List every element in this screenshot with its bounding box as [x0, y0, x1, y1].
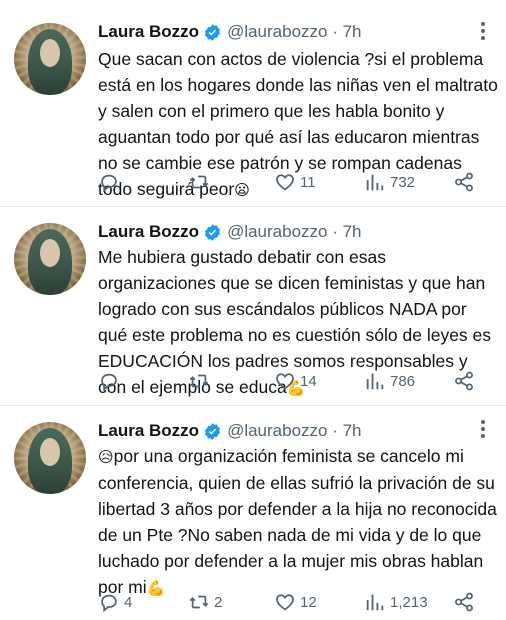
like-count: 12: [300, 593, 317, 611]
tweet-header: Laura Bozzo @laurabozzo · 7h: [98, 220, 362, 244]
avatar-face: [40, 39, 60, 67]
reply-button[interactable]: [98, 367, 124, 395]
tweet[interactable]: Laura Bozzo @laurabozzo · 7h Que sacan c…: [0, 0, 506, 207]
reply-icon: [101, 594, 117, 613]
author-name[interactable]: Laura Bozzo: [98, 421, 199, 441]
views-icon: [366, 373, 384, 390]
author-handle[interactable]: @laurabozzo · 7h: [227, 421, 361, 441]
retweet-button[interactable]: [188, 168, 214, 196]
avatar-face: [40, 239, 60, 267]
share-icon: [455, 592, 473, 612]
retweet-icon: [189, 175, 209, 189]
avatar[interactable]: [14, 23, 86, 95]
heart-icon: [276, 594, 294, 611]
reply-icon: [101, 373, 117, 392]
reply-button[interactable]: 4: [98, 588, 132, 616]
tweet[interactable]: Laura Bozzo @laurabozzo · 7h Me hubiera …: [0, 207, 506, 406]
tweet-text: 😥por una organización feminista se cance…: [98, 443, 498, 601]
more-icon[interactable]: [480, 420, 486, 438]
share-button[interactable]: [453, 367, 475, 395]
views-button[interactable]: 732: [364, 168, 415, 196]
avatar[interactable]: [14, 422, 86, 494]
retweet-button[interactable]: 2: [188, 588, 222, 616]
author-handle[interactable]: @laurabozzo · 7h: [227, 222, 361, 242]
tweet-lead-emoji: 😥: [98, 448, 114, 466]
tweet-actions: 4 2 12 1,213: [98, 588, 486, 616]
tweet-actions: 14 786: [98, 367, 486, 395]
heart-icon: [276, 174, 294, 191]
retweet-button[interactable]: [188, 367, 214, 395]
reply-count: 4: [124, 593, 133, 611]
tweet-feed: Laura Bozzo @laurabozzo · 7h Que sacan c…: [0, 0, 506, 620]
avatar-face: [40, 438, 60, 466]
author-name[interactable]: Laura Bozzo: [98, 22, 199, 42]
like-count: 11: [300, 173, 316, 191]
more-icon[interactable]: [480, 22, 486, 40]
like-count: 14: [300, 372, 317, 390]
verified-badge-icon: [205, 223, 221, 241]
author-name[interactable]: Laura Bozzo: [98, 222, 199, 242]
retweet-icon: [189, 595, 209, 609]
like-button[interactable]: 11: [274, 168, 316, 196]
share-icon: [455, 172, 473, 192]
views-count: 732: [390, 173, 416, 191]
avatar[interactable]: [14, 223, 86, 295]
tweet-text-content: por una organización feminista se cancel…: [98, 446, 497, 597]
retweet-icon: [189, 374, 209, 388]
views-icon: [366, 174, 384, 191]
share-button[interactable]: [453, 168, 475, 196]
like-button[interactable]: 14: [274, 367, 317, 395]
tweet-header: Laura Bozzo @laurabozzo · 7h: [98, 20, 362, 44]
reply-button[interactable]: [98, 168, 124, 196]
share-button[interactable]: [453, 588, 475, 616]
author-handle[interactable]: @laurabozzo · 7h: [227, 22, 361, 42]
share-icon: [455, 371, 473, 391]
tweet-header: Laura Bozzo @laurabozzo · 7h: [98, 419, 362, 443]
retweet-count: 2: [214, 593, 223, 611]
tweet-actions: 11 732: [98, 168, 486, 196]
verified-badge-icon: [205, 422, 221, 440]
views-button[interactable]: 786: [364, 367, 415, 395]
views-button[interactable]: 1,213: [364, 588, 428, 616]
verified-badge-icon: [205, 23, 221, 41]
views-icon: [366, 594, 384, 611]
like-button[interactable]: 12: [274, 588, 317, 616]
tweet[interactable]: Laura Bozzo @laurabozzo · 7h 😥por una or…: [0, 406, 506, 620]
views-count: 1,213: [390, 593, 428, 611]
heart-icon: [276, 373, 294, 390]
reply-icon: [101, 174, 117, 193]
views-count: 786: [390, 372, 416, 390]
